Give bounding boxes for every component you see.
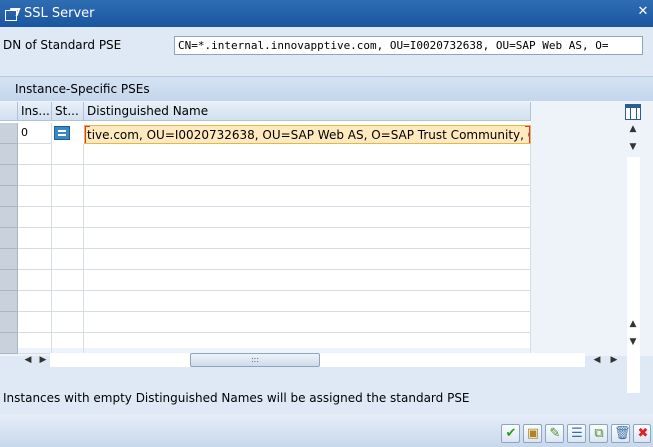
table-cell[interactable] [52, 207, 84, 228]
table-cell[interactable] [84, 312, 531, 333]
row-selector[interactable] [0, 123, 18, 144]
scroll-up-icon[interactable]: ▲ [627, 123, 639, 135]
dn-name-input[interactable]: tive.com, OU=I0020732638, OU=SAP Web AS,… [84, 125, 531, 144]
table-cell[interactable] [18, 270, 52, 291]
table-cell[interactable] [52, 291, 84, 312]
table-cell[interactable] [18, 207, 52, 228]
table-cell[interactable] [84, 144, 531, 165]
column-header-status[interactable]: St... [52, 102, 84, 121]
select-all-header[interactable] [0, 102, 18, 121]
confirm-button[interactable]: ✔ [501, 424, 520, 443]
row-selector[interactable] [0, 333, 18, 354]
scroll-down-icon[interactable]: ▼ [627, 336, 639, 348]
edit-button[interactable]: ✎ [545, 424, 564, 443]
group-title: Instance-Specific PSEs [0, 77, 653, 101]
row-selector[interactable] [0, 207, 18, 228]
table-cell[interactable] [18, 228, 52, 249]
table-cell[interactable] [52, 165, 84, 186]
dn-label: DN of Standard PSE [3, 38, 122, 52]
table-cell[interactable] [18, 165, 52, 186]
table-cell[interactable] [52, 270, 84, 291]
cancel-button[interactable]: ✖ [633, 424, 651, 443]
pse-table: Ins... St... Distinguished Name 0 tive.c… [0, 102, 531, 354]
scroll-down-icon[interactable]: ▼ [627, 141, 639, 153]
row-selector[interactable] [0, 165, 18, 186]
table-cell[interactable] [84, 207, 531, 228]
table-cell[interactable] [18, 186, 52, 207]
table-cell[interactable] [84, 249, 531, 270]
table-cell[interactable] [52, 312, 84, 333]
display-button[interactable]: ☰ [567, 424, 586, 443]
lock-button[interactable]: ▣ [523, 424, 542, 443]
edit-icon: ✎ [549, 426, 561, 441]
row-selector[interactable] [0, 312, 18, 333]
delete-button[interactable]: 🗑 [611, 424, 631, 443]
row-selector[interactable] [0, 228, 18, 249]
copy-icon: ⧉ [594, 426, 604, 441]
row-selector[interactable] [0, 144, 18, 165]
column-header-dn[interactable]: Distinguished Name [84, 102, 531, 121]
vertical-scrollbar[interactable] [627, 157, 640, 393]
lock-icon: ▣ [526, 426, 540, 441]
table-cell[interactable] [18, 312, 52, 333]
table-cell[interactable] [84, 165, 531, 186]
row-selector[interactable] [0, 186, 18, 207]
row-selector[interactable] [0, 291, 18, 312]
table-cell[interactable] [84, 228, 531, 249]
title-bar: SSL Server ✕ [0, 0, 653, 27]
column-header-instance[interactable]: Ins... [18, 102, 52, 121]
table-cell[interactable] [84, 270, 531, 291]
copy-button[interactable]: ⧉ [589, 424, 608, 443]
scroll-left-icon[interactable]: ◀ [591, 354, 603, 366]
table-cell[interactable] [52, 228, 84, 249]
list-icon[interactable] [54, 126, 70, 140]
horizontal-scroll-thumb[interactable]: ::: [190, 353, 320, 367]
table-cell[interactable] [52, 333, 84, 354]
table-cell[interactable] [18, 333, 52, 354]
window-title: SSL Server [24, 6, 95, 21]
table-cell[interactable] [52, 249, 84, 270]
table-cell[interactable] [84, 291, 531, 312]
instance-pse-group: Instance-Specific PSEs Ins... St... Dist… [0, 76, 653, 393]
instance-cell: 0 [18, 123, 52, 144]
table-cell[interactable] [18, 249, 52, 270]
table-cell[interactable] [84, 333, 531, 354]
scroll-up-icon[interactable]: ▲ [627, 318, 639, 330]
window-icon [4, 7, 18, 21]
table-settings-icon[interactable] [625, 104, 641, 120]
display-icon: ☰ [571, 426, 583, 441]
table-cell[interactable] [52, 186, 84, 207]
confirm-icon: ✔ [505, 426, 517, 441]
close-icon[interactable]: ✕ [637, 5, 649, 18]
info-text: Instances with empty Distinguished Names… [3, 391, 470, 405]
scroll-right-icon[interactable]: ▶ [608, 354, 620, 366]
delete-icon: 🗑 [614, 426, 631, 441]
table-cell[interactable] [52, 144, 84, 165]
row-selector[interactable] [0, 270, 18, 291]
scroll-right-icon[interactable]: ▶ [37, 354, 49, 366]
table-cell[interactable] [18, 144, 52, 165]
dn-field[interactable]: CN=*.internal.innovapptive.com, OU=I0020… [174, 36, 643, 55]
table-cell[interactable] [18, 291, 52, 312]
scroll-left-icon[interactable]: ◀ [22, 354, 34, 366]
table-cell[interactable] [84, 186, 531, 207]
cancel-icon: ✖ [637, 426, 649, 441]
row-selector[interactable] [0, 249, 18, 270]
